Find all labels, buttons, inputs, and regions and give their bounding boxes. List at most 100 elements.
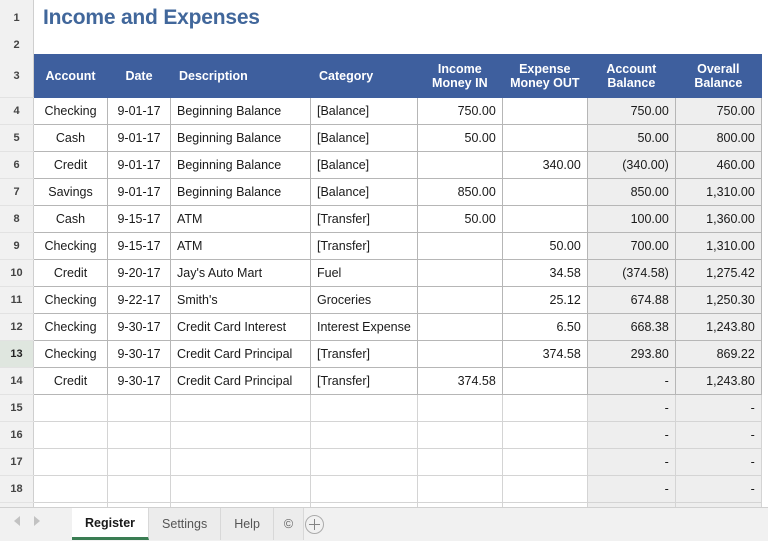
cell-overall-balance[interactable]: - [675,475,761,502]
cell-date[interactable]: 9-01-17 [108,178,171,205]
cell-date[interactable]: 9-20-17 [108,259,171,286]
column-header-date[interactable]: Date [108,55,171,98]
cell-account[interactable]: Credit [34,367,108,394]
row-header-11[interactable]: 11 [0,286,34,313]
cell-income[interactable]: 374.58 [417,367,502,394]
cell-date[interactable]: 9-15-17 [108,232,171,259]
cell-account[interactable]: Checking [34,340,108,367]
cell-category[interactable] [311,421,418,448]
sheet-tab-settings[interactable]: Settings [149,508,221,540]
cell-expense[interactable]: 25.12 [502,286,587,313]
cell-date[interactable]: 9-01-17 [108,97,171,124]
cell-overall-balance[interactable]: 1,310.00 [675,178,761,205]
cell-category[interactable] [311,394,418,421]
cell-date[interactable]: 9-01-17 [108,124,171,151]
column-header-account-balance[interactable]: Account Balance [587,55,675,98]
row-header-17[interactable]: 17 [0,448,34,475]
cell-expense[interactable]: 340.00 [502,151,587,178]
sheet-tab-help[interactable]: Help [221,508,274,540]
cell-date[interactable]: 9-30-17 [108,313,171,340]
cell-category[interactable]: [Balance] [311,124,418,151]
cell-overall-balance[interactable]: - [675,448,761,475]
cell-overall-balance[interactable]: 1,250.30 [675,286,761,313]
cell-description[interactable] [171,421,311,448]
cell-category[interactable]: Interest Expense [311,313,418,340]
sheet-nav-arrows[interactable] [14,516,40,526]
cell-category[interactable]: [Balance] [311,97,418,124]
row-header-16[interactable]: 16 [0,421,34,448]
cell-overall-balance[interactable]: 1,243.80 [675,367,761,394]
cell-account[interactable]: Checking [34,97,108,124]
cell-description[interactable]: Credit Card Interest [171,313,311,340]
row-header-7[interactable]: 7 [0,178,34,205]
cell-category[interactable]: [Transfer] [311,367,418,394]
cell-account-balance[interactable]: 293.80 [587,340,675,367]
cell-description[interactable]: Beginning Balance [171,124,311,151]
cell-account-balance[interactable]: 750.00 [587,97,675,124]
cell-category[interactable]: [Transfer] [311,232,418,259]
cell-date[interactable] [108,394,171,421]
row-header-4[interactable]: 4 [0,97,34,124]
cell-description[interactable]: Beginning Balance [171,97,311,124]
column-header-description[interactable]: Description [171,55,311,98]
cell-overall-balance[interactable]: 750.00 [675,97,761,124]
cell-income[interactable] [417,394,502,421]
cell-expense[interactable] [502,124,587,151]
cell-account[interactable] [34,421,108,448]
cell-account-balance[interactable]: - [587,394,675,421]
cell-income[interactable] [417,232,502,259]
cell-account-balance[interactable]: - [587,367,675,394]
cell-description[interactable]: Jay's Auto Mart [171,259,311,286]
cell-account[interactable] [34,448,108,475]
column-header-income[interactable]: Income Money IN [417,55,502,98]
cell-description[interactable] [171,394,311,421]
cell-category[interactable] [311,448,418,475]
sheet-tab-[interactable]: © [274,508,304,540]
add-sheet-button[interactable] [305,508,324,541]
cell-account-balance[interactable]: - [587,475,675,502]
cell-account[interactable] [34,475,108,502]
cell-expense[interactable]: 34.58 [502,259,587,286]
cell-overall-balance[interactable]: 1,360.00 [675,205,761,232]
cell-account[interactable]: Savings [34,178,108,205]
cell-income[interactable]: 750.00 [417,97,502,124]
cell-income[interactable] [417,259,502,286]
cell-income[interactable]: 50.00 [417,205,502,232]
row-header-12[interactable]: 12 [0,313,34,340]
cell-description[interactable]: Beginning Balance [171,151,311,178]
cell-overall-balance[interactable]: 460.00 [675,151,761,178]
row-header-5[interactable]: 5 [0,124,34,151]
column-header-account[interactable]: Account [34,55,108,98]
cell-expense[interactable] [502,178,587,205]
cell-overall-balance[interactable]: 1,243.80 [675,313,761,340]
cell-account[interactable]: Credit [34,259,108,286]
cell-income[interactable] [417,448,502,475]
cell-expense[interactable] [502,205,587,232]
cell-category[interactable] [311,475,418,502]
cell-account[interactable]: Checking [34,232,108,259]
next-sheet-icon[interactable] [34,516,40,526]
cell-category[interactable]: Fuel [311,259,418,286]
cell-date[interactable]: 9-15-17 [108,205,171,232]
cell-account-balance[interactable]: (374.58) [587,259,675,286]
cell-date[interactable]: 9-30-17 [108,340,171,367]
cell-overall-balance[interactable]: 1,275.42 [675,259,761,286]
cell-account-balance[interactable]: 100.00 [587,205,675,232]
row-header-14[interactable]: 14 [0,367,34,394]
row-header-9[interactable]: 9 [0,232,34,259]
cell-income[interactable]: 850.00 [417,178,502,205]
cell-description[interactable] [171,475,311,502]
cell-expense[interactable]: 50.00 [502,232,587,259]
row-header-3[interactable]: 3 [0,55,34,98]
cell-income[interactable]: 50.00 [417,124,502,151]
cell-account[interactable]: Checking [34,286,108,313]
cell-category[interactable]: [Transfer] [311,340,418,367]
cell-account-balance[interactable]: 850.00 [587,178,675,205]
cell-date[interactable]: 9-30-17 [108,367,171,394]
cell-income[interactable] [417,151,502,178]
cell-account-balance[interactable]: (340.00) [587,151,675,178]
cell-expense[interactable] [502,448,587,475]
row-header-15[interactable]: 15 [0,394,34,421]
cell-income[interactable] [417,286,502,313]
cell-expense[interactable] [502,475,587,502]
